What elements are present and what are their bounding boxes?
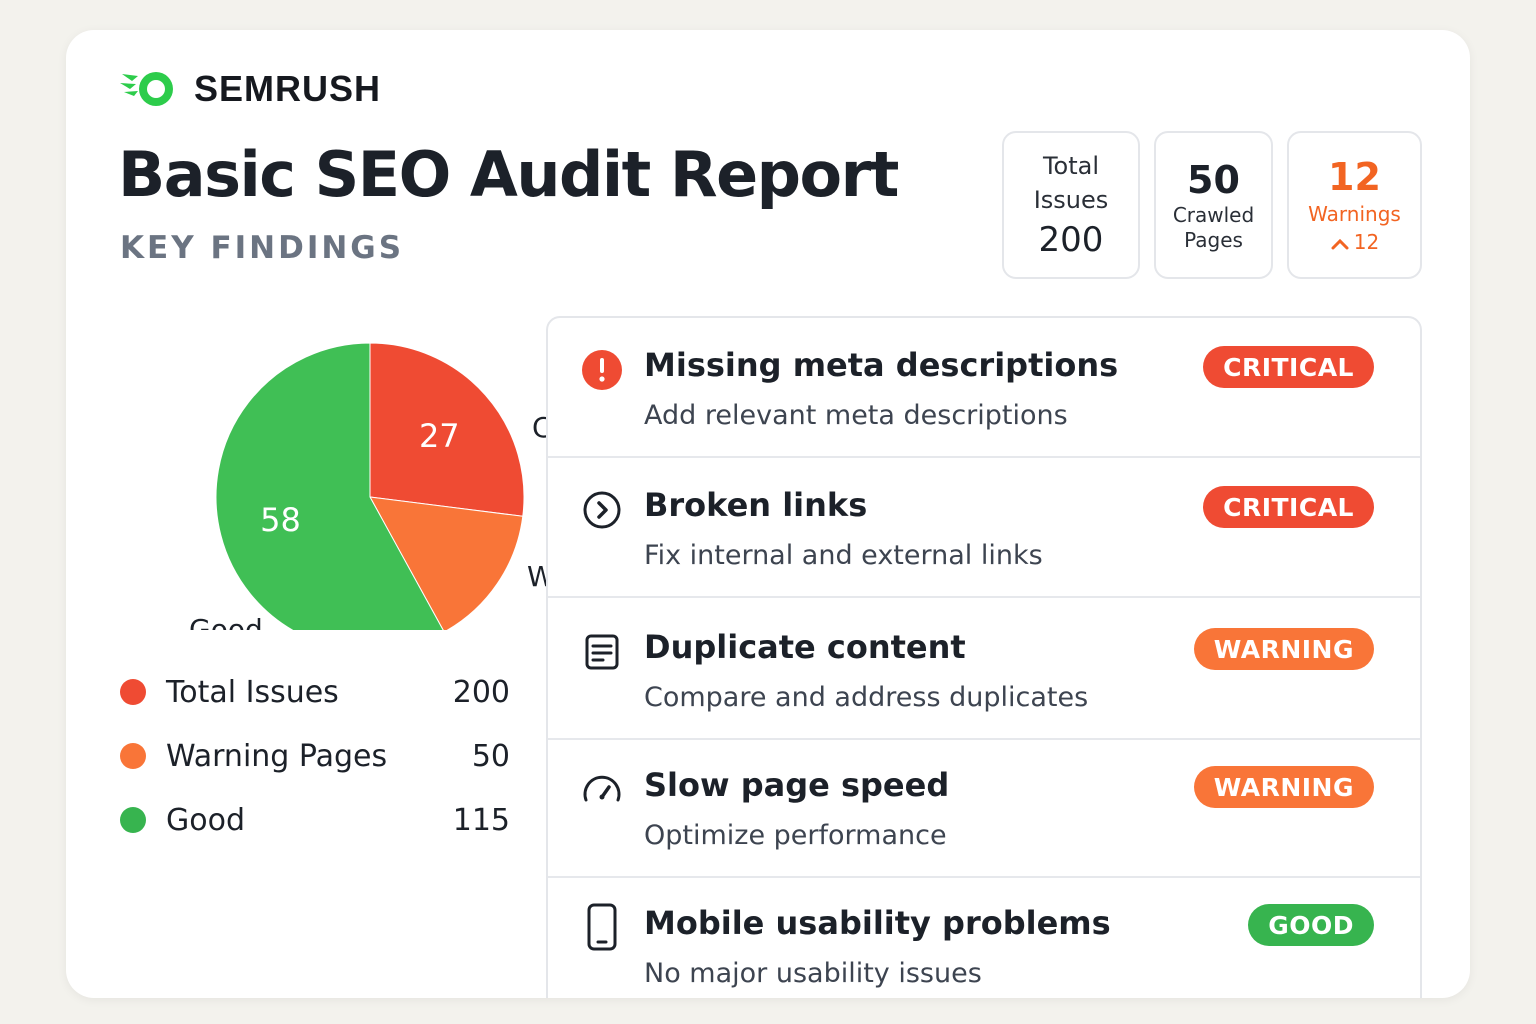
pie-category-label: Crit <box>532 411 546 444</box>
report-card: SEMRUSH Basic SEO Audit Report KEY FINDI… <box>66 30 1470 998</box>
pie-category-label: Warn <box>527 560 546 593</box>
issue-row[interactable]: Slow page speed Optimize performance WAR… <box>548 738 1420 878</box>
legend-label: Total Issues <box>166 674 339 710</box>
status-badge: CRITICAL <box>1203 486 1374 528</box>
pie-value-label: 58 <box>260 501 301 539</box>
stat-warnings: 12 Warnings 12 <box>1287 131 1422 279</box>
stat-trend-value: 12 <box>1353 230 1380 254</box>
issue-row[interactable]: Mobile usability problems No major usabi… <box>548 876 1420 998</box>
legend-value: 115 <box>452 802 510 838</box>
status-badge: GOOD <box>1248 904 1374 946</box>
status-badge: CRITICAL <box>1203 346 1374 388</box>
legend-value: 200 <box>452 674 510 710</box>
legend-dot <box>120 807 146 833</box>
semrush-logo-icon <box>120 72 173 106</box>
brand-name: SEMRUSH <box>194 68 382 109</box>
legend-label: Warning Pages <box>166 738 388 774</box>
stat-crawled-pages: 50 Crawled Pages <box>1154 131 1273 279</box>
issue-row[interactable]: Missing meta descriptions Add relevant m… <box>548 318 1420 458</box>
page-title: Basic SEO Audit Report <box>118 138 899 211</box>
legend-item: Warning Pages 50 <box>120 724 510 788</box>
issue-title: Broken links <box>644 486 868 524</box>
legend-value: 50 <box>471 738 510 774</box>
mobile-icon <box>580 902 624 952</box>
stat-value: 50 <box>1187 158 1240 202</box>
stat-value: 12 <box>1328 155 1381 199</box>
legend: Total Issues 200 Warning Pages 50 Good 1… <box>120 660 510 852</box>
alert-icon <box>580 348 624 392</box>
issue-title: Mobile usability problems <box>644 904 1111 942</box>
pie-category-label: Good <box>189 613 263 630</box>
stat-total-issues: Total Issues 200 <box>1002 131 1140 279</box>
status-badge: WARNING <box>1193 628 1374 670</box>
legend-label: Good <box>166 802 245 838</box>
issue-subtitle: Fix internal and external links <box>644 540 1043 571</box>
legend-item: Total Issues 200 <box>120 660 510 724</box>
issue-subtitle: Optimize performance <box>644 820 947 851</box>
stat-trend: 12 <box>1289 228 1420 256</box>
issue-row[interactable]: Broken links Fix internal and external l… <box>548 458 1420 598</box>
speedometer-icon <box>580 768 624 812</box>
issue-subtitle: Add relevant meta descriptions <box>644 400 1068 431</box>
legend-dot <box>120 743 146 769</box>
issues-pie-chart: 27 Crit Warn 58 Good <box>189 342 546 630</box>
stat-value: 200 <box>1038 220 1104 260</box>
issue-title: Duplicate content <box>644 628 966 666</box>
legend-item: Good 115 <box>120 788 510 852</box>
pie-value-label: 27 <box>419 417 460 455</box>
arrow-circle-icon <box>580 488 624 532</box>
stat-label: Crawled Pages <box>1172 203 1255 252</box>
document-icon <box>580 630 624 674</box>
issue-title: Slow page speed <box>644 766 950 804</box>
chevron-up-icon <box>1331 238 1349 249</box>
legend-dot <box>120 679 146 705</box>
brand[interactable]: SEMRUSH <box>118 64 381 114</box>
issue-subtitle: Compare and address duplicates <box>644 682 1089 713</box>
status-badge: WARNING <box>1193 766 1374 808</box>
issue-title: Missing meta descriptions <box>644 346 1119 384</box>
stat-label: Warnings <box>1308 202 1401 226</box>
issue-subtitle: No major usability issues <box>644 958 982 989</box>
section-label: KEY FINDINGS <box>120 230 405 266</box>
issues-list: Missing meta descriptions Add relevant m… <box>546 316 1422 998</box>
stat-label: Total Issues <box>1033 152 1109 214</box>
issue-row[interactable]: Duplicate content Compare and address du… <box>548 600 1420 740</box>
